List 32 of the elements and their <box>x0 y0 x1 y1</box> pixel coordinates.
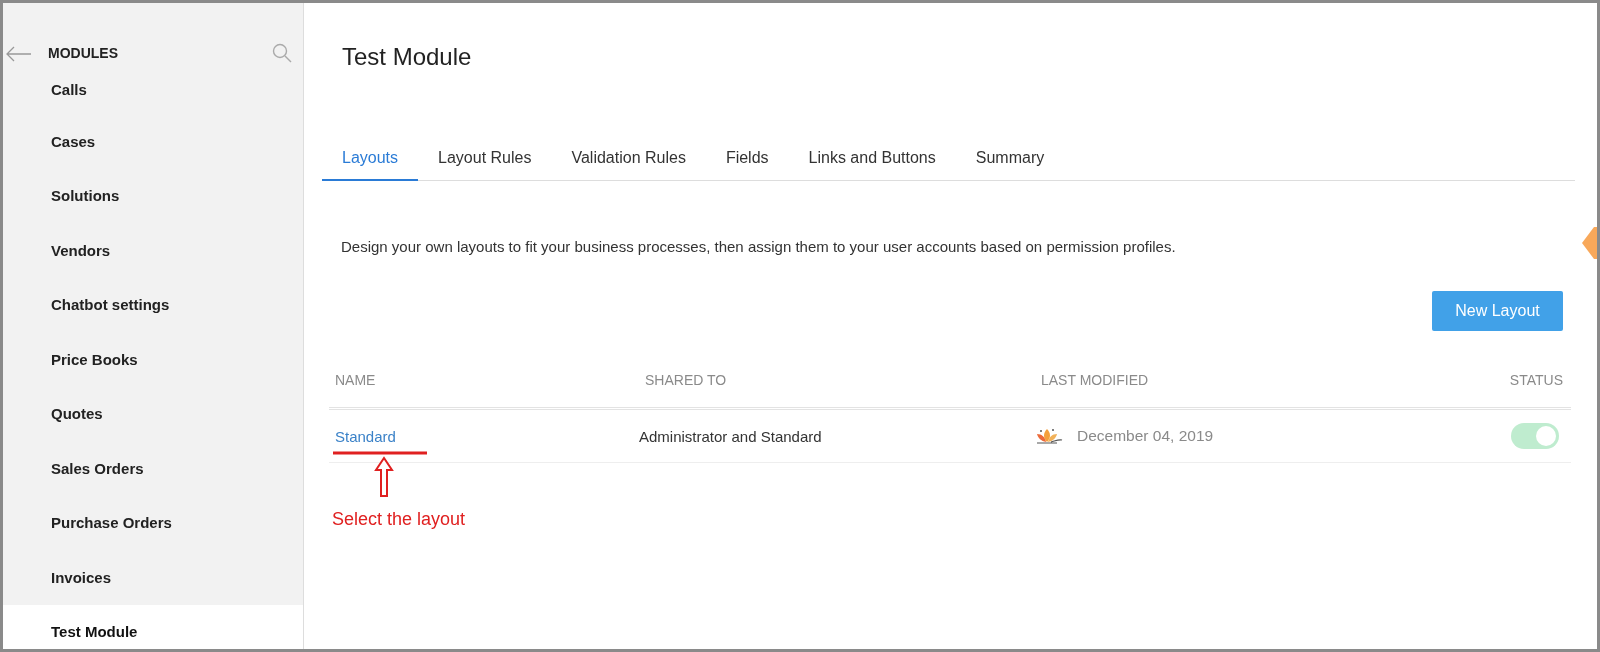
sidebar-item[interactable]: Price Books <box>3 332 303 387</box>
sidebar-item[interactable]: Chatbot settings <box>3 277 303 332</box>
sidebar-item[interactable]: Test Module <box>3 604 303 649</box>
sidebar-title: MODULES <box>48 45 118 61</box>
sidebar-item[interactable]: Invoices <box>3 550 303 605</box>
annotation-text: Select the layout <box>332 509 466 530</box>
sidebar-item[interactable]: Cases <box>3 114 303 169</box>
lotus-avatar-icon <box>1035 426 1065 446</box>
sidebar-item[interactable]: Calls <box>3 64 303 114</box>
sidebar-item[interactable]: Vendors <box>3 223 303 278</box>
modified-date: December 04, 2019 <box>1077 427 1214 445</box>
tab[interactable]: Layout Rules <box>418 139 552 181</box>
layout-name-link[interactable]: Standard <box>329 427 639 445</box>
status-toggle[interactable] <box>1511 423 1559 449</box>
tab[interactable]: Layouts <box>322 139 419 181</box>
column-header: SHARED TO <box>644 372 728 388</box>
tab[interactable]: Validation Rules <box>551 139 706 181</box>
tab[interactable]: Summary <box>955 139 1065 181</box>
sidebar-item[interactable]: Quotes <box>3 386 303 441</box>
tab[interactable]: Links and Buttons <box>788 139 956 181</box>
column-header: NAME <box>334 372 377 388</box>
column-header: STATUS <box>1508 372 1564 388</box>
column-header: LAST MODIFIED <box>1040 372 1150 388</box>
description-text: Design your own layouts to fit your business processes, then assign them to your user accounts based on permission profiles. <box>341 238 1177 255</box>
back-arrow-icon[interactable] <box>5 46 32 62</box>
search-icon[interactable] <box>272 43 292 63</box>
sidebar-item[interactable]: Purchase Orders <box>3 495 303 550</box>
table-cell-text: Administrator and Standard <box>639 427 823 445</box>
sidebar-item[interactable]: Solutions <box>3 168 303 223</box>
tab[interactable]: Fields <box>705 139 789 181</box>
sidebar-item[interactable]: Sales Orders <box>3 441 303 496</box>
page-title: Test Module <box>342 43 473 71</box>
